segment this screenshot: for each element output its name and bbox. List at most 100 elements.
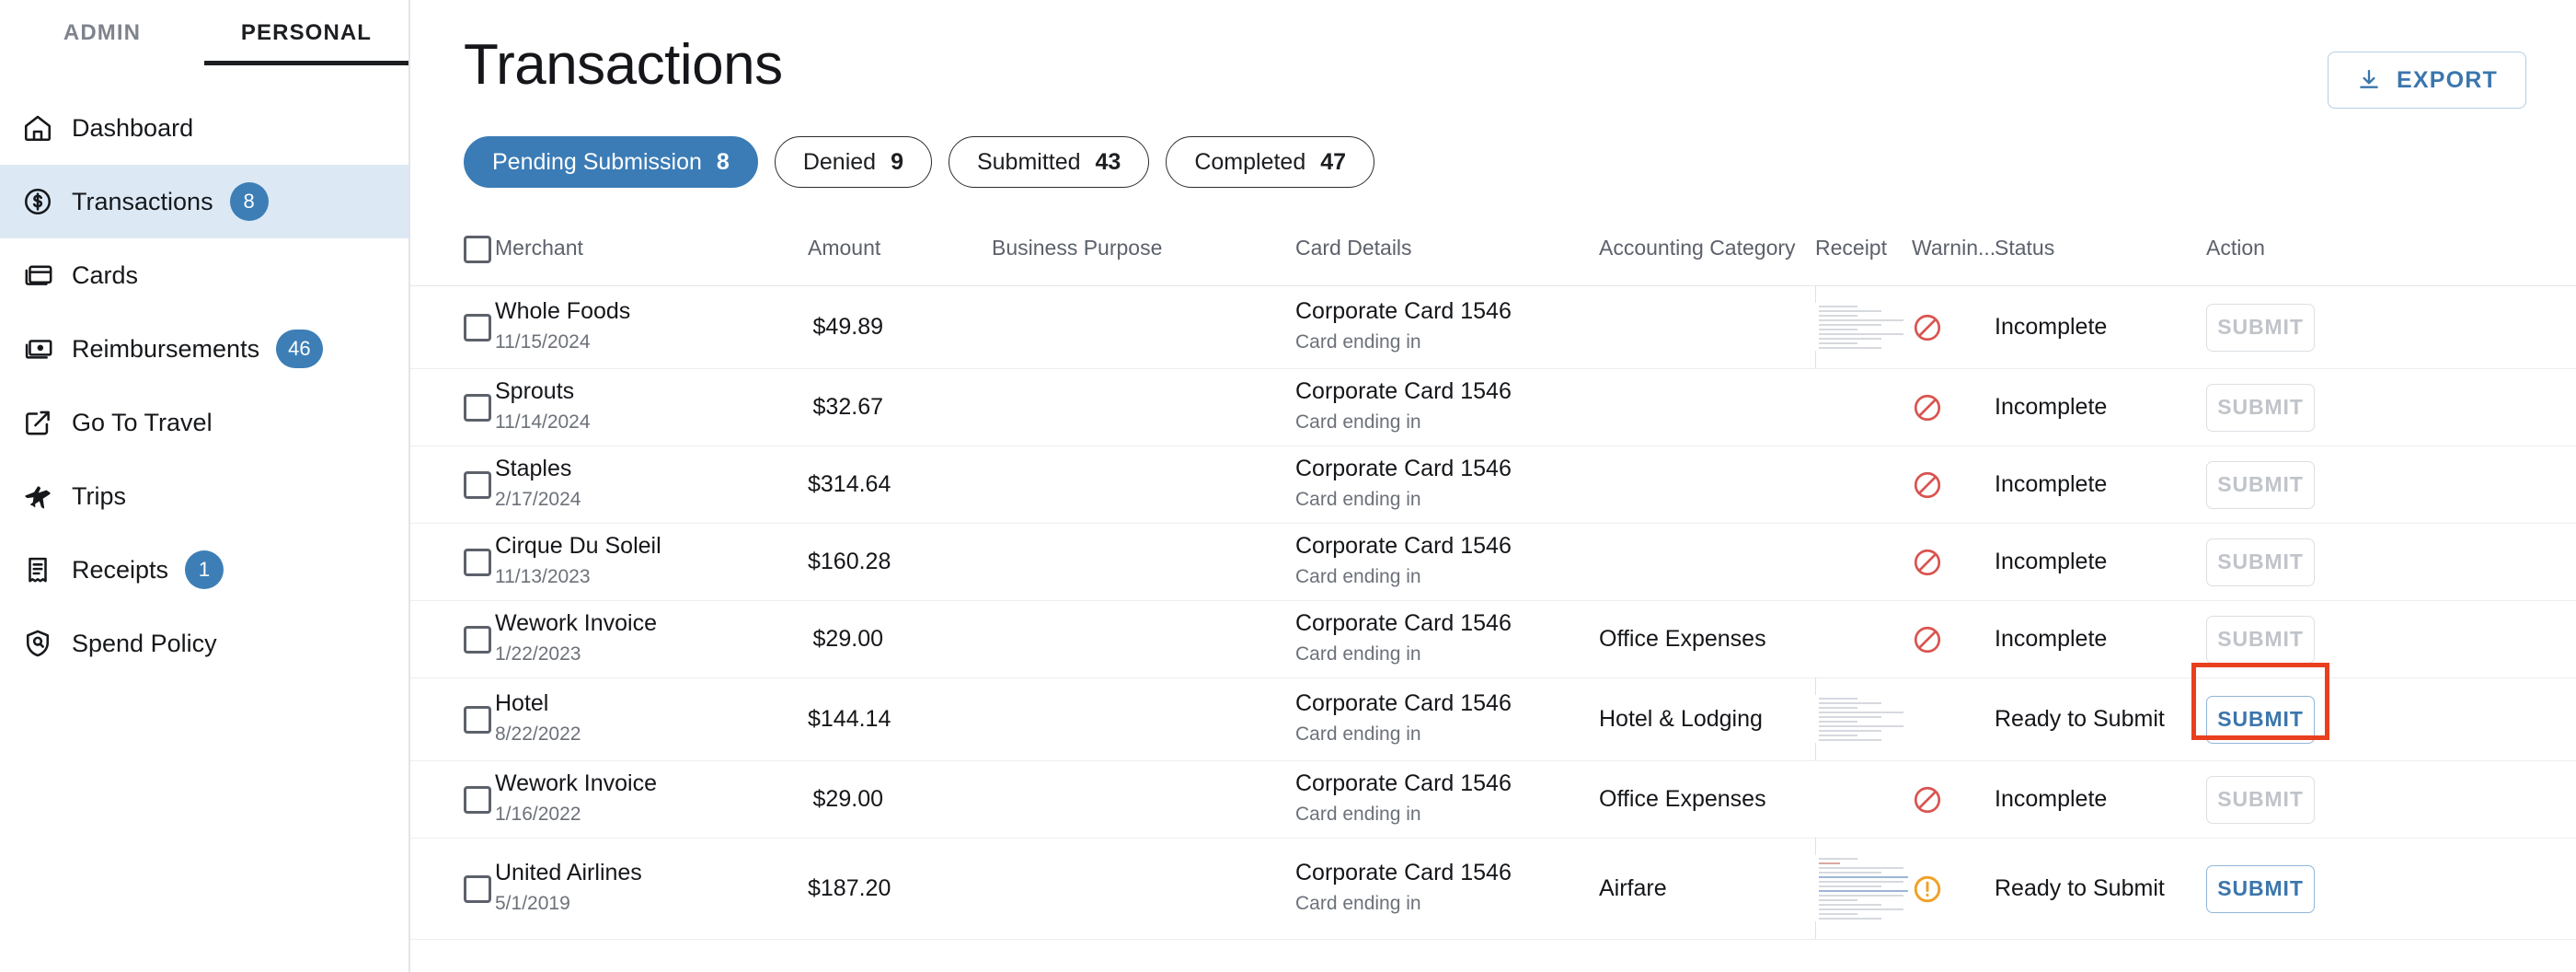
submit-button[interactable]: SUBMIT [2206, 864, 2315, 913]
table-body: Whole Foods 11/15/2024 $49.89 Corporate Car… [410, 285, 2576, 940]
warning-cell [1912, 678, 1995, 761]
sidebar-item-reimbursements[interactable]: Reimbursements 46 [0, 312, 408, 386]
submit-button: SUBMIT [2206, 538, 2315, 586]
column-header-action: Action [2206, 236, 2265, 260]
receipt-thumbnail[interactable] [1815, 285, 1912, 368]
card-details-cell: Corporate Card 1546 Card ending in [1295, 369, 1599, 446]
card-ending: Card ending in [1295, 566, 1421, 588]
sidebar-item-receipts[interactable]: Receipts 1 [0, 533, 408, 607]
business-purpose-cell[interactable] [992, 369, 1295, 446]
accounting-category-cell[interactable] [1599, 369, 1815, 446]
accounting-category-cell[interactable] [1599, 286, 1815, 369]
sidebar-item-dashboard[interactable]: Dashboard [0, 91, 408, 165]
tab-personal[interactable]: PERSONAL [204, 0, 408, 65]
submit-button[interactable]: SUBMIT [2206, 695, 2315, 744]
tab-admin[interactable]: ADMIN [0, 0, 204, 65]
column-header-merchant[interactable]: Merchant [495, 236, 808, 286]
sidebar-badge-receipts: 1 [185, 550, 224, 589]
row-checkbox[interactable] [464, 705, 491, 734]
column-header-warnings[interactable]: Warnin... [1912, 236, 1995, 286]
column-header-receipt[interactable]: Receipt [1815, 236, 1912, 286]
business-purpose-cell[interactable] [992, 761, 1295, 839]
tab-personal-label: PERSONAL [240, 19, 373, 45]
table-row[interactable]: Hotel 8/22/2022 $144.14 Corporate Card 1546… [410, 663, 2576, 761]
filter-chip-denied[interactable]: Denied 9 [774, 136, 932, 188]
column-header-status[interactable]: Status [1995, 236, 2206, 286]
column-header-accounting-category[interactable]: Accounting Category [1599, 236, 1815, 286]
card-details-cell: Corporate Card 1546 Card ending in [1295, 524, 1599, 601]
row-checkbox[interactable] [464, 313, 491, 341]
merchant-cell: Sprouts 11/14/2024 [495, 369, 808, 446]
column-header-card-details[interactable]: Card Details [1295, 236, 1599, 286]
sidebar-badge-reimbursements: 46 [276, 330, 323, 368]
row-checkbox[interactable] [464, 548, 491, 576]
external-link-icon [13, 407, 63, 438]
row-checkbox[interactable] [464, 874, 491, 903]
filter-chip-label: Completed [1194, 148, 1306, 175]
column-header-amount[interactable]: Amount [808, 236, 992, 286]
sidebar-segment-tabs: ADMIN PERSONAL [0, 0, 408, 65]
receipt-thumbnail[interactable] [1815, 677, 1912, 760]
business-purpose-cell[interactable] [992, 286, 1295, 369]
select-all-checkbox[interactable] [464, 236, 491, 263]
action-cell: SUBMIT [2191, 663, 2576, 761]
accounting-category-cell[interactable]: Office Expenses [1599, 761, 1815, 839]
accounting-category-cell[interactable]: Office Expenses [1599, 601, 1815, 678]
amount-cell: $32.67 [812, 394, 883, 420]
accounting-category-cell[interactable] [1599, 446, 1815, 524]
sidebar-item-cards[interactable]: Cards [0, 238, 408, 312]
action-cell: SUBMIT [2206, 524, 2576, 601]
row-checkbox[interactable] [464, 393, 491, 422]
status-cell: Ready to Submit [1995, 706, 2165, 732]
status-cell: Incomplete [1995, 314, 2108, 340]
table-row[interactable]: Wework Invoice 1/22/2023 $29.00 Corporate C… [410, 601, 2576, 678]
sidebar-item-transactions[interactable]: Transactions 8 [0, 165, 408, 238]
table-row[interactable]: Staples 2/17/2024 $314.64 Corporate Card 15… [410, 446, 2576, 524]
action-cell: SUBMIT [2206, 286, 2576, 369]
deny-warning-icon [1912, 392, 1995, 423]
card-name: Corporate Card 1546 [1295, 533, 1512, 560]
submit-button: SUBMIT [2206, 460, 2315, 509]
card-name: Corporate Card 1546 [1295, 860, 1512, 886]
deny-warning-icon [1912, 469, 1995, 501]
amount-cell: $314.64 [808, 471, 891, 497]
sidebar-item-spend-policy[interactable]: Spend Policy [0, 607, 408, 680]
receipt-cell [1815, 285, 1912, 369]
filter-chip-completed[interactable]: Completed 47 [1166, 136, 1375, 188]
sidebar-item-go-to-travel[interactable]: Go To Travel [0, 386, 408, 459]
business-purpose-cell[interactable] [992, 839, 1295, 940]
card-details-cell: Corporate Card 1546 Card ending in [1295, 678, 1599, 761]
airplane-icon [13, 480, 63, 512]
receipt-thumbnail[interactable] [1815, 838, 1912, 939]
merchant-name: Staples [495, 456, 572, 482]
business-purpose-cell[interactable] [992, 524, 1295, 601]
submit-button: SUBMIT [2206, 303, 2315, 352]
row-checkbox[interactable] [464, 785, 491, 814]
dollar-circle-icon [13, 186, 63, 217]
merchant-cell: Staples 2/17/2024 [495, 446, 808, 524]
row-checkbox[interactable] [464, 625, 491, 654]
sidebar-item-label: Reimbursements [72, 334, 260, 363]
status-cell: Incomplete [1995, 626, 2108, 652]
table-row[interactable]: Whole Foods 11/15/2024 $49.89 Corporate Car… [410, 285, 2576, 369]
export-button[interactable]: EXPORT [2328, 52, 2526, 109]
page-title: Transactions [464, 33, 783, 97]
table-row[interactable]: Wework Invoice 1/16/2022 $29.00 Corporate C… [410, 761, 2576, 839]
sidebar-item-label: Cards [72, 260, 139, 289]
business-purpose-cell[interactable] [992, 601, 1295, 678]
merchant-cell: Wework Invoice 1/22/2023 [495, 601, 808, 678]
accounting-category-cell[interactable]: Airfare [1599, 839, 1815, 940]
accounting-category-cell[interactable] [1599, 524, 1815, 601]
accounting-category-cell[interactable]: Hotel & Lodging [1599, 678, 1815, 761]
sidebar-item-trips[interactable]: Trips [0, 459, 408, 533]
filter-chip-pending-submission[interactable]: Pending Submission 8 [464, 136, 758, 188]
column-header-business-purpose[interactable]: Business Purpose [992, 236, 1295, 286]
business-purpose-cell[interactable] [992, 678, 1295, 761]
table-row[interactable]: Sprouts 11/14/2024 $32.67 Corporate Card 15… [410, 369, 2576, 446]
table-row[interactable]: Cirque Du Soleil 11/13/2023 $160.28 Corpora… [410, 524, 2576, 601]
row-checkbox[interactable] [464, 470, 491, 499]
table-row[interactable]: United Airlines 5/1/2019 $187.20 Corporate … [410, 838, 2576, 940]
business-purpose-cell[interactable] [992, 446, 1295, 524]
card-name: Corporate Card 1546 [1295, 610, 1512, 637]
filter-chip-submitted[interactable]: Submitted 43 [948, 136, 1150, 188]
